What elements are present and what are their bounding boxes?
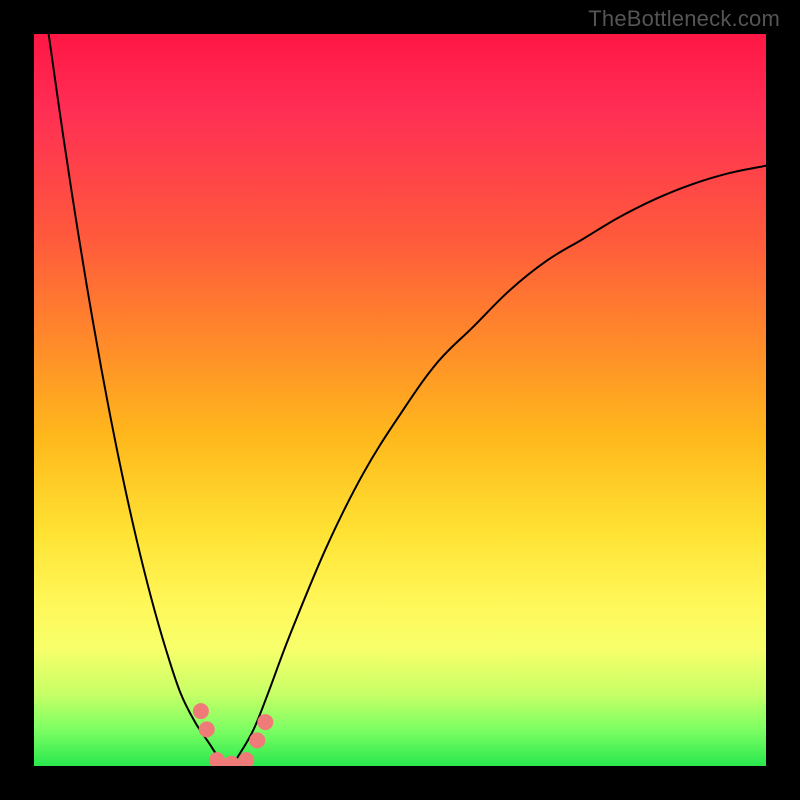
marker-dot-left-upper <box>193 703 209 719</box>
marker-dot-floor-3 <box>238 752 254 766</box>
marker-dot-right-lower <box>249 732 265 748</box>
chart-frame: TheBottleneck.com <box>0 0 800 800</box>
curve-right-branch <box>232 166 766 766</box>
plot-area <box>34 34 766 766</box>
marker-dot-right-upper <box>257 714 273 730</box>
curve-left-branch <box>49 34 232 766</box>
watermark-text: TheBottleneck.com <box>588 6 780 32</box>
marker-dot-left-lower <box>199 721 215 737</box>
marker-dot-floor-1 <box>209 752 225 766</box>
chart-svg <box>34 34 766 766</box>
series-layer <box>49 34 766 766</box>
